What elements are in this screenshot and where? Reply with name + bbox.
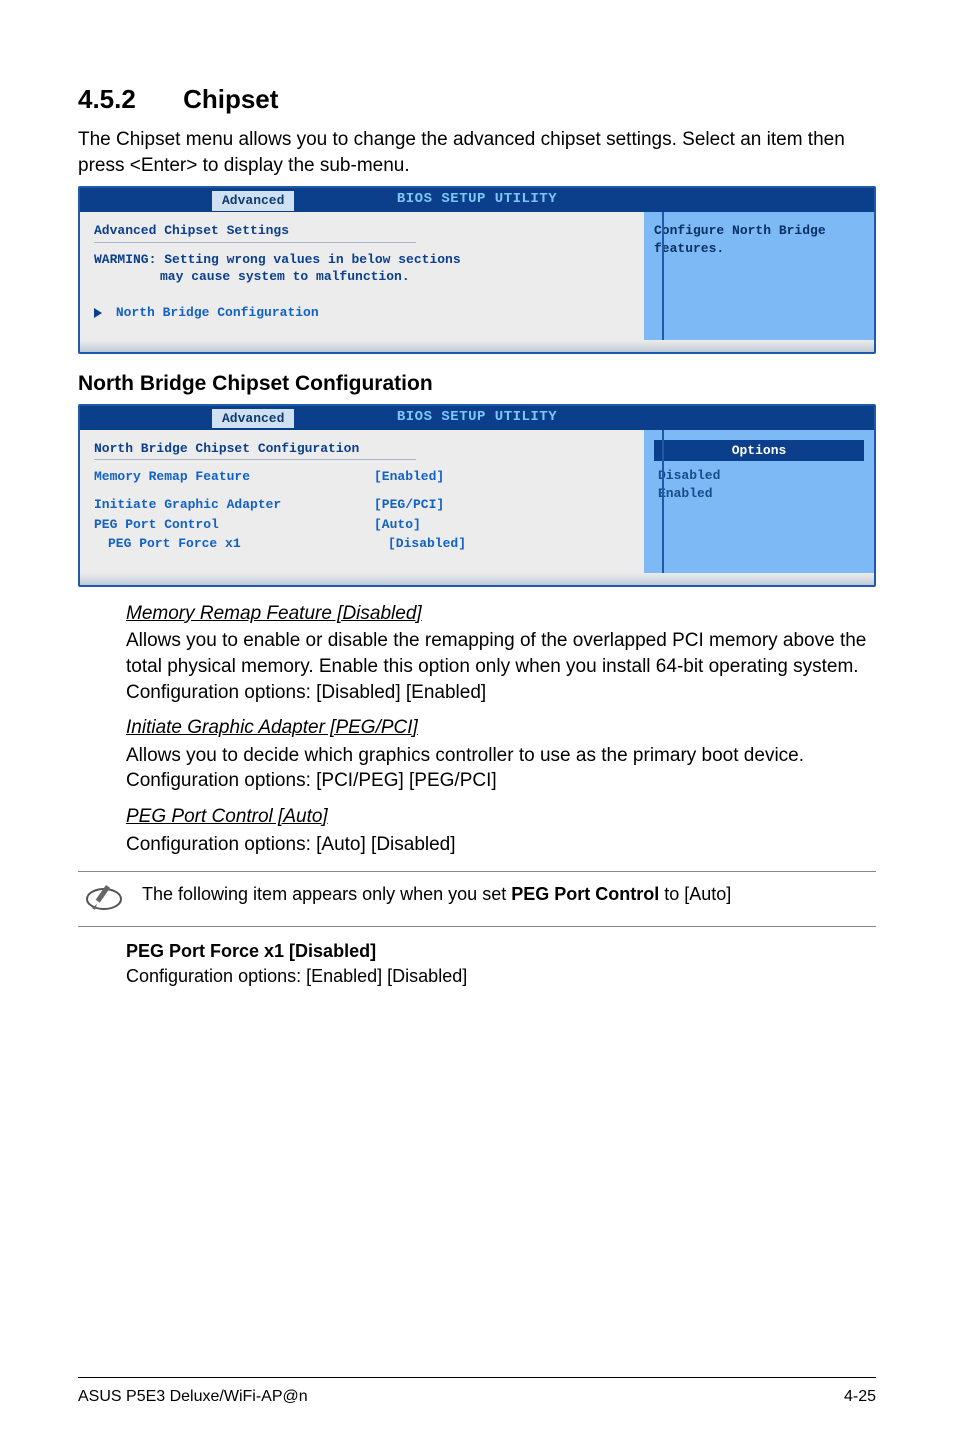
bios-row-peg-control[interactable]: PEG Port Control [Auto] [94,516,630,534]
intro-paragraph: The Chipset menu allows you to change th… [78,127,876,178]
options-header: Options [654,440,864,462]
bios-tab-advanced[interactable]: Advanced [212,191,294,211]
submenu-north-bridge[interactable]: North Bridge Configuration [116,305,319,320]
section-title: Chipset [183,84,278,114]
option-disabled[interactable]: Disabled [658,467,864,485]
bios-row-memory-remap[interactable]: Memory Remap Feature [Enabled] [94,468,630,486]
bios-row-label: Initiate Graphic Adapter [94,496,374,514]
footer-right: 4-25 [844,1386,876,1408]
bios-row-label: Memory Remap Feature [94,468,374,486]
bios-row-value: [Enabled] [374,468,444,486]
bios-title: BIOS SETUP UTILITY [397,408,557,427]
box-note-body: Configuration options: [Enabled] [Disabl… [126,964,876,988]
bios-row-peg-force-x1[interactable]: PEG Port Force x1 [Disabled] [94,535,630,553]
subsection-heading: North Bridge Chipset Configuration [78,370,876,398]
footer-left: ASUS P5E3 Deluxe/WiFi-AP@n [78,1386,308,1408]
section-number: 4.5.2 [78,82,136,117]
bios-title: BIOS SETUP UTILITY [397,190,557,209]
pencil-icon [84,882,124,916]
item-body-peg-control: Configuration options: [Auto] [Disabled] [126,832,876,858]
bios-tab-advanced[interactable]: Advanced [212,409,294,429]
item-title-init-graphic: Initiate Graphic Adapter [PEG/PCI] [126,715,876,741]
bios-subheading: Advanced Chipset Settings [94,222,630,240]
item-title-memory-remap: Memory Remap Feature [Disabled] [126,601,876,627]
note-text-prefix: The following item appears only when you… [142,884,511,904]
bios-warning-line1: WARMING: Setting wrong values in below s… [94,252,461,267]
bios-warning-line2: may cause system to malfunction. [94,269,410,284]
item-body-memory-remap: Allows you to enable or disable the rema… [126,628,876,705]
bios-panel-advanced-chipset: BIOS SETUP UTILITY Advanced Advanced Chi… [78,186,876,353]
bios-side-help: Configure North Bridge features. [654,222,864,257]
bios-row-value: [PEG/PCI] [374,496,444,514]
bios-subheading: North Bridge Chipset Configuration [94,440,630,458]
bios-row-value: [Auto] [374,516,421,534]
bios-panel-north-bridge: BIOS SETUP UTILITY Advanced North Bridge… [78,404,876,587]
section-heading: 4.5.2 Chipset [78,82,876,117]
bios-row-value: [Disabled] [388,535,466,553]
bios-row-label: PEG Port Control [94,516,374,534]
box-note-title: PEG Port Force x1 [Disabled] [126,939,876,963]
item-title-peg-control: PEG Port Control [Auto] [126,804,876,830]
note-box: The following item appears only when you… [78,871,876,927]
submenu-arrow-icon [94,308,102,318]
item-body-init-graphic: Allows you to decide which graphics cont… [126,743,876,794]
page-footer: ASUS P5E3 Deluxe/WiFi-AP@n 4-25 [78,1377,876,1408]
note-text-suffix: to [Auto] [659,884,731,904]
option-enabled[interactable]: Enabled [658,485,864,503]
note-text-bold: PEG Port Control [511,884,659,904]
bios-row-init-graphic[interactable]: Initiate Graphic Adapter [PEG/PCI] [94,496,630,514]
bios-row-label: PEG Port Force x1 [94,535,388,553]
